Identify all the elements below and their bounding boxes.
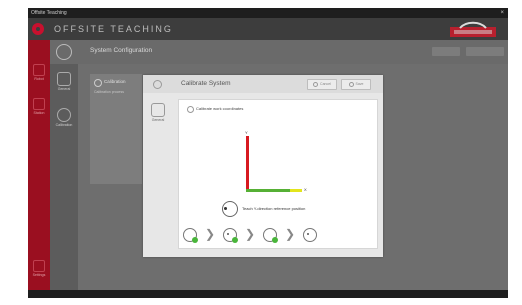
secondary-sidebar: General Calibration [50, 64, 78, 290]
window-titlebar: Offsite Teaching × [28, 8, 508, 18]
tab-calibration[interactable]: Calibration [52, 108, 76, 127]
primary-sidebar: Robot Station Settings [28, 40, 50, 290]
step-3-icon [263, 228, 278, 243]
section-icon [187, 106, 194, 113]
save-label: Save [355, 82, 364, 86]
y-axis-line [246, 136, 249, 191]
step-progress: ❯ ❯ ❯ [183, 228, 363, 248]
general-icon [57, 72, 71, 86]
step-1-icon [183, 228, 198, 243]
sidebar-item-label: Station [33, 111, 45, 115]
calibration-panel-icon [94, 79, 102, 87]
calibration-panel-title: Calibration [104, 79, 126, 84]
cancel-icon [313, 81, 319, 87]
cancel-button[interactable]: Cancel [307, 79, 337, 90]
step-dot [227, 233, 229, 235]
save-button[interactable]: Save [341, 79, 371, 90]
general-icon [151, 103, 165, 117]
dialog-tab-general[interactable]: General [147, 103, 169, 122]
step-complete-icon [272, 237, 278, 243]
cancel-label: Cancel [320, 82, 331, 86]
close-icon[interactable]: × [500, 8, 504, 18]
sidebar-item-label: Settings [32, 273, 46, 277]
x-axis-tip [290, 189, 302, 192]
step-complete-icon [232, 237, 238, 243]
step-complete-icon [192, 237, 198, 243]
chevron-right-icon: ❯ [205, 227, 216, 241]
calibrate-dialog: Calibrate System Cancel Save General Cal… [143, 75, 383, 257]
dialog-header: Calibrate System Cancel Save [143, 75, 383, 93]
sidebar-item-station[interactable]: Station [30, 98, 48, 115]
header-button[interactable] [466, 47, 504, 56]
calibrate-icon [153, 80, 162, 89]
teach-position-dot [224, 207, 227, 210]
section-title: Calibrate work coordinates [196, 106, 244, 111]
calibration-panel: Calibration Calibration process [90, 74, 142, 184]
step-4-icon [303, 228, 317, 242]
company-logo [450, 21, 496, 37]
calibration-icon [57, 108, 71, 122]
header-button[interactable] [432, 47, 460, 56]
step-dot [307, 233, 309, 235]
teach-position-text: Teach Y-direction reference position [242, 206, 306, 211]
sidebar-item-robot[interactable]: Robot [30, 64, 48, 81]
x-axis-label: X [304, 187, 307, 192]
settings-icon [33, 260, 45, 272]
calibration-panel-subtitle: Calibration process [94, 90, 124, 94]
tab-label: General [151, 118, 165, 122]
configuration-icon [56, 44, 72, 60]
chevron-right-icon: ❯ [245, 227, 256, 241]
window-title: Offsite Teaching [31, 10, 67, 16]
calibration-area: Calibrate work coordinates Y X Teach Y-d… [178, 99, 378, 249]
tab-label: General [57, 87, 71, 91]
station-icon [33, 98, 45, 110]
robot-icon [33, 64, 45, 76]
app-gear-icon [32, 23, 44, 35]
step-2-icon [223, 228, 238, 243]
tab-general[interactable]: General [52, 72, 76, 91]
sidebar-item-settings[interactable]: Settings [30, 260, 48, 277]
y-axis-label: Y [245, 130, 248, 135]
sub-header: System Configuration [50, 40, 508, 64]
sidebar-item-label: Robot [34, 77, 44, 81]
save-icon [348, 81, 354, 87]
chevron-right-icon: ❯ [285, 227, 296, 241]
page-title: System Configuration [90, 47, 153, 54]
app-header: OFFSITE TEACHING [28, 18, 508, 40]
app-brand: OFFSITE TEACHING [54, 24, 173, 34]
tab-label: Calibration [55, 123, 73, 127]
status-footer [28, 290, 508, 298]
dialog-title: Calibrate System [181, 80, 231, 87]
